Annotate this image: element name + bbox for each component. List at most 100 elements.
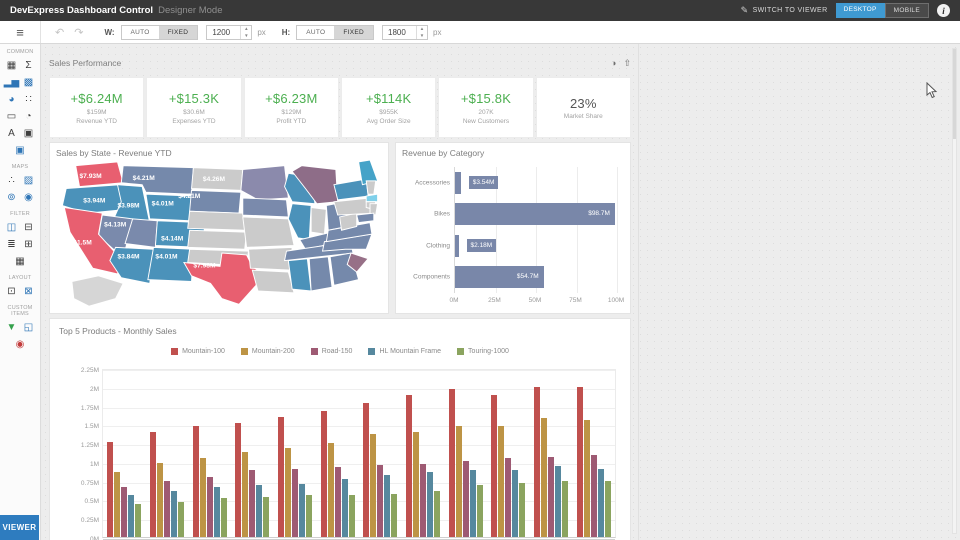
- height-fixed-button[interactable]: FIXED: [334, 25, 374, 39]
- bar-hl-mountain-frame[interactable]: [213, 487, 220, 537]
- bar-mountain-100[interactable]: [107, 442, 114, 537]
- bar-road-150[interactable]: [590, 455, 597, 537]
- state-maryland[interactable]: [356, 212, 375, 224]
- width-input[interactable]: 1200 ▲ ▼: [206, 24, 253, 40]
- bar-hl-mountain-frame[interactable]: [555, 465, 562, 537]
- bar-mountain-100[interactable]: [576, 387, 583, 537]
- palette-icon[interactable]: ◑: [611, 58, 616, 69]
- toolbox-item-chart[interactable]: ▂▅: [3, 75, 20, 90]
- bar-mountain-100[interactable]: [363, 403, 370, 537]
- bar-mountain-100[interactable]: [278, 416, 285, 537]
- state-south-dakota[interactable]: [189, 189, 242, 214]
- legend-item-road-150[interactable]: Road-150: [310, 348, 352, 355]
- height-input[interactable]: 1800 ▲ ▼: [382, 24, 429, 40]
- menu-button[interactable]: ≡: [0, 21, 41, 43]
- bar-mountain-200[interactable]: [199, 457, 206, 537]
- viewer-button[interactable]: VIEWER: [0, 515, 39, 540]
- toolbox-item-image[interactable]: ▣: [20, 126, 37, 141]
- bar-touring-1000[interactable]: [135, 503, 142, 537]
- toolbox-item-range-filter[interactable]: ◫: [3, 220, 20, 235]
- state-alaska[interactable]: [71, 275, 124, 307]
- toolbox-item-date-filter[interactable]: ▦: [12, 254, 29, 269]
- bar-mountain-200[interactable]: [413, 431, 420, 537]
- state-louisiana[interactable]: [251, 269, 295, 294]
- desktop-toggle-button[interactable]: DESKTOP: [835, 3, 885, 18]
- bar-mountain-200[interactable]: [114, 471, 121, 537]
- spin-down-icon[interactable]: ▼: [417, 32, 427, 39]
- bar-touring-1000[interactable]: [604, 481, 611, 537]
- toolbox-item-geo-pin[interactable]: ◉: [12, 337, 29, 352]
- bar-mountain-100[interactable]: [448, 388, 455, 537]
- bar-touring-1000[interactable]: [263, 496, 270, 537]
- export-icon[interactable]: ⇧: [623, 58, 631, 69]
- state-kansas[interactable]: [187, 229, 248, 250]
- category-bar-components[interactable]: $54.7M: [455, 266, 544, 289]
- kpi-card-revenue-ytd[interactable]: +$6.24M $159M Revenue YTD: [49, 77, 145, 138]
- map-widget[interactable]: Sales by State - Revenue YTD $7.93M $3.94…: [49, 142, 389, 314]
- bar-hl-mountain-frame[interactable]: [341, 479, 348, 537]
- state-north-dakota[interactable]: [191, 167, 244, 191]
- toolbox-item-pivot-table[interactable]: Σ: [20, 58, 37, 73]
- bar-road-150[interactable]: [548, 456, 555, 537]
- state-vermont[interactable]: [365, 180, 377, 195]
- bar-touring-1000[interactable]: [562, 481, 569, 537]
- toolbox-item-card[interactable]: ▭: [3, 109, 20, 124]
- bar-road-150[interactable]: [377, 465, 384, 537]
- bar-mountain-100[interactable]: [150, 432, 156, 537]
- toolbox-item-grid[interactable]: ▦: [3, 58, 20, 73]
- state-indiana[interactable]: [310, 206, 327, 235]
- bar-road-150[interactable]: [505, 458, 512, 537]
- toolbox-item-geo-point-map[interactable]: ∴: [3, 173, 20, 188]
- bar-mountain-100[interactable]: [320, 410, 327, 537]
- toolbox-item-pie[interactable]: ◕: [3, 92, 20, 107]
- category-bar-accessories[interactable]: [455, 171, 461, 194]
- bar-road-150[interactable]: [121, 486, 128, 537]
- bar-mountain-100[interactable]: [491, 394, 498, 537]
- bar-touring-1000[interactable]: [348, 495, 355, 537]
- bar-mountain-200[interactable]: [285, 447, 292, 537]
- bar-hl-mountain-frame[interactable]: [128, 495, 135, 537]
- bar-mountain-200[interactable]: [157, 462, 163, 537]
- bar-mountain-200[interactable]: [370, 433, 377, 537]
- legend-item-hl-mountain-frame[interactable]: HL Mountain Frame: [368, 348, 441, 355]
- bar-touring-1000[interactable]: [306, 494, 313, 537]
- bar-road-150[interactable]: [420, 464, 427, 537]
- state-alabama[interactable]: [308, 256, 333, 292]
- toolbox-item-funnel[interactable]: ▼: [3, 320, 20, 335]
- state-massachusetts[interactable]: [365, 193, 379, 203]
- mobile-toggle-button[interactable]: MOBILE: [884, 3, 929, 18]
- toolbox-item-combo-box[interactable]: ⊟: [20, 220, 37, 235]
- bar-mountain-200[interactable]: [498, 426, 505, 537]
- state-missouri[interactable]: [242, 216, 295, 248]
- bar-hl-mountain-frame[interactable]: [171, 490, 177, 537]
- bar-touring-1000[interactable]: [476, 485, 483, 537]
- kpi-group-widget[interactable]: Sales Performance ◑ ⇧ +$6.24M $159M Revenu…: [49, 55, 631, 140]
- state-iowa[interactable]: [242, 197, 289, 218]
- legend-item-touring-1000[interactable]: Touring-1000: [457, 348, 509, 355]
- switch-to-viewer-button[interactable]: ✎ SWITCH TO VIEWER: [741, 5, 828, 16]
- legend-item-mountain-200[interactable]: Mountain-200: [240, 348, 295, 355]
- height-value[interactable]: 1800: [383, 26, 416, 39]
- toolbox-item-choropleth-map[interactable]: ▨: [20, 173, 37, 188]
- products-chart-widget[interactable]: Top 5 Products - Monthly Sales Mountain-…: [49, 318, 631, 540]
- state-minnesota[interactable]: [240, 165, 289, 201]
- toolbox-item-tree-view[interactable]: ⊞: [20, 237, 37, 252]
- kpi-card-avg-order-size[interactable]: +$114K $955K Avg Order Size: [340, 77, 437, 138]
- width-value[interactable]: 1200: [207, 26, 240, 39]
- bar-hl-mountain-frame[interactable]: [384, 475, 391, 537]
- bar-road-150[interactable]: [462, 460, 469, 537]
- bar-hl-mountain-frame[interactable]: [427, 471, 434, 537]
- toolbox-item-webpage[interactable]: ◱: [20, 320, 37, 335]
- vertical-scrollbar[interactable]: [952, 48, 957, 534]
- info-icon[interactable]: i: [937, 4, 950, 17]
- kpi-card-expenses-ytd[interactable]: +$15.3K $30.6M Expenses YTD: [146, 77, 242, 138]
- scrollbar-thumb[interactable]: [953, 49, 956, 139]
- bar-touring-1000[interactable]: [391, 493, 398, 537]
- bar-hl-mountain-frame[interactable]: [299, 483, 306, 537]
- category-bar-clothing[interactable]: [455, 234, 459, 257]
- state-nebraska[interactable]: [187, 210, 246, 231]
- state-mississippi[interactable]: [287, 258, 312, 292]
- bar-touring-1000[interactable]: [178, 502, 184, 537]
- toolbox-item-bound-image[interactable]: ▣: [12, 143, 29, 158]
- bar-touring-1000[interactable]: [434, 490, 441, 537]
